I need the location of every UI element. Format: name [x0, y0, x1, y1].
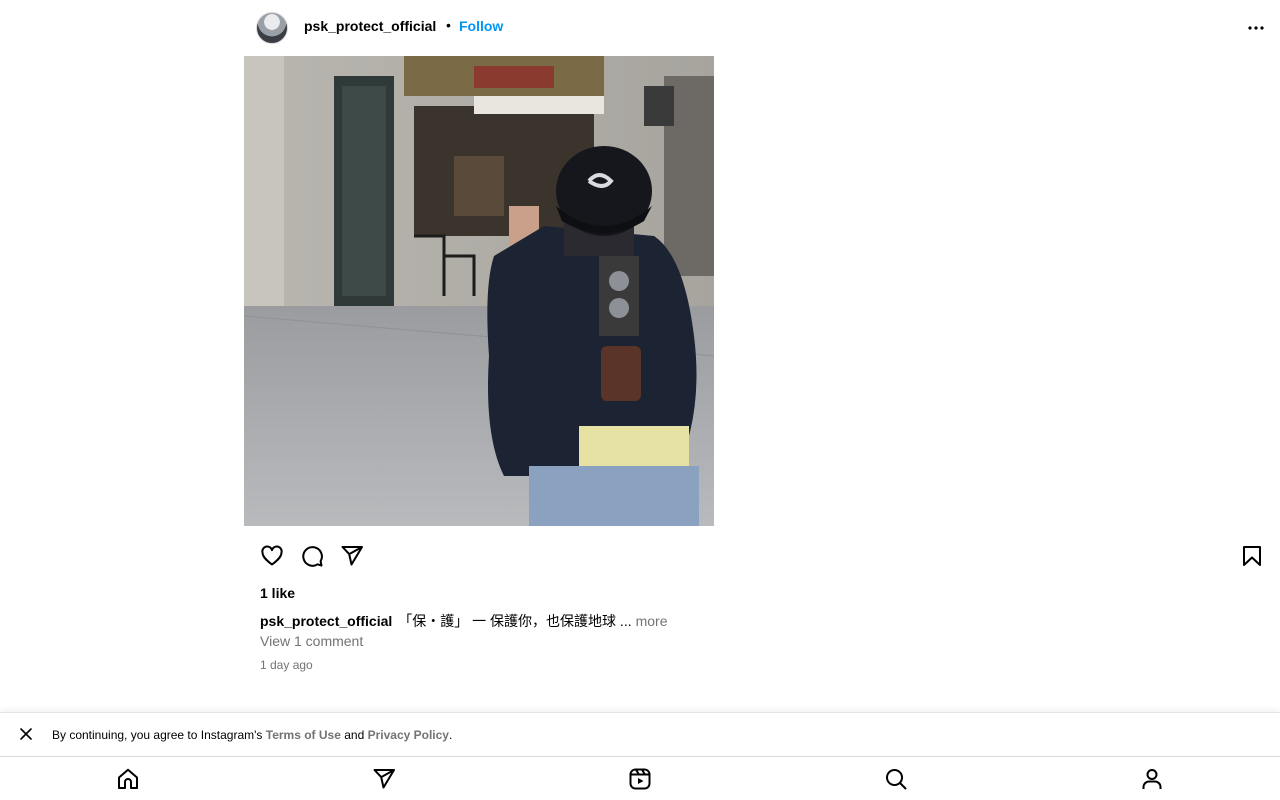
like-count[interactable]: 1 like: [260, 585, 295, 601]
close-icon: [20, 728, 32, 740]
post-photo[interactable]: [244, 56, 714, 526]
avatar[interactable]: [256, 12, 288, 44]
post-timestamp[interactable]: 1 day ago: [260, 658, 313, 672]
consent-text: By continuing, you agree to Instagram's …: [52, 728, 452, 742]
nav-profile-button[interactable]: [1140, 767, 1164, 791]
nav-home-button[interactable]: [116, 767, 140, 791]
separator-dot: •: [446, 17, 451, 33]
reels-icon: [629, 768, 651, 790]
post-username[interactable]: psk_protect_official: [304, 18, 436, 34]
nav-direct-button[interactable]: [372, 767, 396, 791]
comment-icon: [302, 546, 323, 567]
consent-suffix: .: [448, 728, 453, 742]
view-comments-link[interactable]: View 1 comment: [260, 633, 363, 649]
privacy-policy-link[interactable]: Privacy Policy: [368, 728, 449, 742]
caption-text: 「保・護」 一 保護你，也保護地球 ...: [398, 613, 632, 629]
post-caption: psk_protect_official 「保・護」 一 保護你，也保護地球 ..…: [260, 611, 668, 631]
post-header: psk_protect_official • Follow: [0, 0, 1280, 56]
home-icon: [118, 768, 138, 789]
terms-of-use-link[interactable]: Terms of Use: [266, 728, 341, 742]
consent-and: and: [340, 728, 368, 742]
nav-reels-button[interactable]: [628, 767, 652, 791]
more-options-button[interactable]: [1244, 16, 1268, 40]
profile-icon: [1142, 769, 1162, 789]
comment-button[interactable]: [300, 544, 324, 568]
share-button[interactable]: [340, 544, 364, 568]
consent-close-button[interactable]: [18, 726, 34, 742]
consent-prefix: By continuing, you agree to Instagram's: [52, 728, 266, 742]
more-options-icon: [1248, 26, 1264, 30]
direct-icon: [373, 769, 395, 789]
caption-more-link[interactable]: more: [636, 613, 668, 629]
follow-button[interactable]: Follow: [459, 18, 503, 34]
bottom-nav: [0, 756, 1280, 800]
heart-icon: [261, 545, 283, 566]
bookmark-icon: [1243, 546, 1261, 566]
save-button[interactable]: [1240, 544, 1264, 568]
consent-banner: By continuing, you agree to Instagram's …: [0, 712, 1280, 756]
nav-search-button[interactable]: [884, 767, 908, 791]
share-icon: [341, 546, 363, 566]
caption-username[interactable]: psk_protect_official: [260, 613, 392, 629]
like-button[interactable]: [260, 544, 284, 568]
search-icon: [886, 769, 907, 790]
